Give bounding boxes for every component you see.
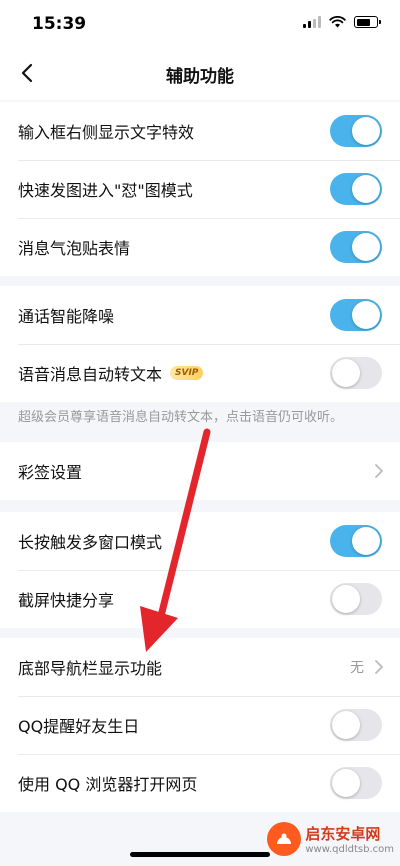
site-watermark: 启东安卓网 www.qdldtsb.com: [267, 822, 394, 856]
setting-label: 底部导航栏显示功能: [18, 659, 163, 678]
home-indicator[interactable]: [130, 852, 270, 857]
setting-label: 语音消息自动转文本: [18, 365, 163, 384]
page-title: 辅助功能: [166, 67, 234, 87]
bottom-nav-value: 无: [350, 660, 364, 676]
status-icons: [303, 16, 381, 28]
setting-color-tags[interactable]: 彩签设置: [0, 442, 400, 500]
battery-level: [356, 18, 370, 26]
settings-group-window: 长按触发多窗口模式 截屏快捷分享: [0, 512, 400, 628]
qq-browser-toggle[interactable]: [330, 767, 382, 799]
voice-to-text-hint: 超级会员尊享语音消息自动转文本，点击语音仍可收听。: [18, 410, 344, 425]
cellular-signal-icon: [303, 16, 321, 28]
setting-label: 快速发图进入"怼"图模式: [18, 181, 193, 200]
screenshot-share-toggle[interactable]: [330, 583, 382, 615]
noise-reduction-toggle[interactable]: [330, 299, 382, 331]
setting-label: 长按触发多窗口模式: [18, 533, 163, 552]
setting-noise-reduction: 通话智能降噪: [0, 286, 400, 344]
setting-label: QQ提醒好友生日: [18, 717, 140, 736]
setting-birthday-reminder: QQ提醒好友生日: [0, 696, 400, 754]
setting-label: 截屏快捷分享: [18, 591, 115, 610]
setting-text-effects: 输入框右侧显示文字特效: [0, 102, 400, 160]
setting-label: 彩签设置: [18, 463, 83, 482]
status-time: 15:39: [32, 14, 87, 34]
battery-icon: [354, 16, 381, 28]
setting-label-wrap: 语音消息自动转文本 SVIP: [18, 361, 204, 385]
wifi-icon: [329, 16, 346, 28]
navigation-bar: 辅助功能: [0, 50, 400, 100]
bubble-sticker-toggle[interactable]: [330, 231, 382, 263]
chevron-right-icon: [375, 464, 383, 478]
text-effects-toggle[interactable]: [330, 115, 382, 147]
setting-label: 消息气泡贴表情: [18, 239, 131, 258]
svip-badge: SVIP: [170, 366, 204, 380]
settings-group-tags: 彩签设置: [0, 442, 400, 500]
chevron-right-icon: [375, 660, 383, 674]
watermark-logo-icon: [267, 822, 302, 856]
watermark-name: 启东安卓网: [305, 825, 381, 843]
quick-send-image-toggle[interactable]: [330, 173, 382, 205]
status-bar: 15:39: [0, 0, 400, 50]
setting-qq-browser: 使用 QQ 浏览器打开网页: [0, 754, 400, 812]
setting-screenshot-share: 截屏快捷分享: [0, 570, 400, 628]
multi-window-toggle[interactable]: [330, 525, 382, 557]
setting-multi-window: 长按触发多窗口模式: [0, 512, 400, 570]
voice-to-text-toggle[interactable]: [330, 357, 382, 389]
setting-bubble-sticker: 消息气泡贴表情: [0, 218, 400, 276]
setting-label: 通话智能降噪: [18, 307, 115, 326]
settings-group-misc: 底部导航栏显示功能 无 QQ提醒好友生日 使用 QQ 浏览器打开网页: [0, 638, 400, 812]
setting-label: 使用 QQ 浏览器打开网页: [18, 775, 198, 794]
watermark-url: www.qdldtsb.com: [305, 844, 394, 855]
setting-label: 输入框右侧显示文字特效: [18, 123, 195, 142]
settings-group-display: 输入框右侧显示文字特效 快速发图进入"怼"图模式 消息气泡贴表情: [0, 102, 400, 276]
birthday-reminder-toggle[interactable]: [330, 709, 382, 741]
setting-quick-send-image: 快速发图进入"怼"图模式: [0, 160, 400, 218]
setting-voice-to-text: 语音消息自动转文本 SVIP: [0, 344, 400, 402]
settings-group-voice: 通话智能降噪 语音消息自动转文本 SVIP: [0, 286, 400, 402]
setting-bottom-nav[interactable]: 底部导航栏显示功能 无: [0, 638, 400, 696]
